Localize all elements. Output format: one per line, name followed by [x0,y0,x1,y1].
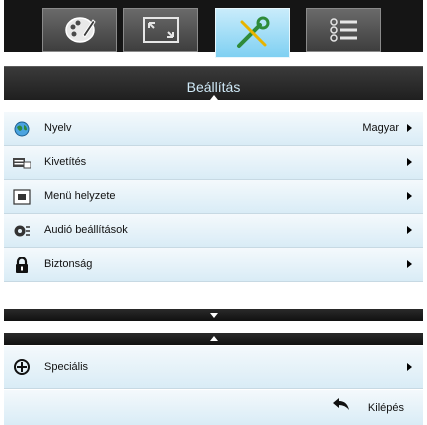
menu-item-label: Biztonság [44,258,93,270]
tools-icon [236,16,269,48]
menu-title-bar: Beállítás [4,66,423,100]
menu-item-language[interactable]: Nyelv Magyar [4,112,423,146]
chevron-right-icon [407,226,412,234]
tab-image-settings[interactable] [42,8,117,52]
chevron-right-icon [407,192,412,200]
menu-position-icon [13,189,31,205]
tab-bar [0,0,427,66]
advanced-icon [14,359,30,375]
menu-item-label: Kivetítés [44,156,87,168]
exit-button[interactable]: Kilépés [368,402,404,414]
chevron-right-icon [407,260,412,268]
menu-item-menu-position[interactable]: Menü helyzete [4,180,423,214]
menu-item-projection[interactable]: Kivetítés [4,146,423,180]
palette-icon [64,17,96,43]
scroll-up-bar[interactable] [4,333,423,345]
list-options-icon [329,18,357,42]
chevron-right-icon [407,124,412,132]
page-title: Beállítás [186,79,241,95]
lock-icon [16,257,28,273]
back-arrow-icon [333,398,349,410]
advanced-menu: Speciális [4,346,423,389]
scroll-up-arrow[interactable] [209,95,218,100]
chevron-up-icon [209,336,218,341]
tab-setup[interactable] [215,8,290,58]
menu-item-security[interactable]: Biztonság [4,248,423,282]
tab-options[interactable] [306,8,381,52]
chevron-down-icon [209,313,218,318]
chevron-right-icon [407,363,412,371]
projection-icon [13,158,31,169]
menu-item-value: Magyar [362,122,399,134]
tab-display[interactable] [123,8,198,52]
tab-bar-inner [4,0,423,58]
menu-item-audio-settings[interactable]: Audió beállítások [4,214,423,248]
settings-menu: Nyelv Magyar Kivetítés Menü helyzete Aud… [4,112,423,282]
audio-settings-icon [14,225,30,237]
menu-item-label: Nyelv [44,122,72,134]
globe-icon [14,121,30,137]
scroll-down-bar[interactable] [4,309,423,321]
menu-item-advanced[interactable]: Speciális [4,346,423,389]
chevron-right-icon [407,158,412,166]
menu-item-label: Menü helyzete [44,190,116,202]
screen-icon [142,17,179,43]
menu-item-label: Speciális [44,361,89,373]
menu-item-label: Audió beállítások [44,224,128,236]
exit-bar: Kilépés [4,390,423,425]
